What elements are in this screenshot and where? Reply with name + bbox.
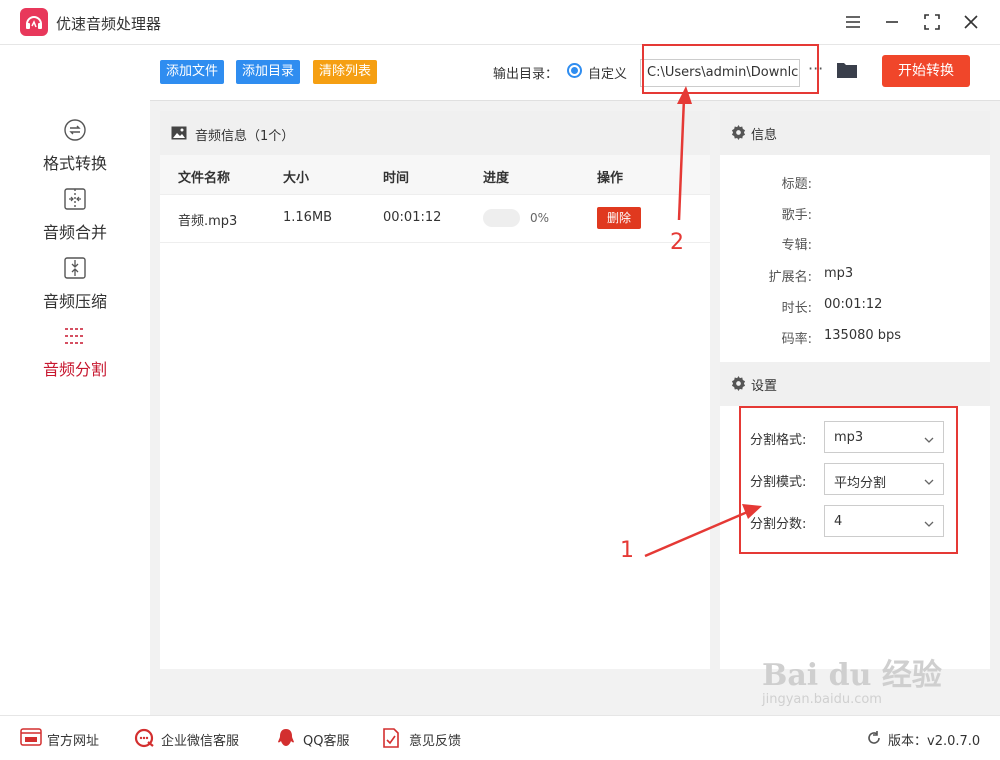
info-value: mp3 <box>824 266 854 281</box>
bottom-link-label: 意见反馈 <box>409 734 462 749</box>
progress-percent: 0% <box>530 211 550 225</box>
table-row[interactable]: 音频.mp3 1.16MB 00:01:12 0% 删除 <box>160 195 710 243</box>
version-label: 版本：v2.0.7.0 <box>888 734 981 749</box>
info-label: 码率: <box>781 332 812 347</box>
title-bar: 优速音频处理器 <box>0 0 1000 45</box>
column-header: 大小 <box>283 171 310 186</box>
bottom-bar: 官方网址 企业微信客服 QQ客服 意见反馈 版本：v2.0.7.0 <box>0 715 1000 760</box>
close-icon[interactable] <box>959 10 983 34</box>
info-value: 00:01:12 <box>824 297 883 312</box>
website-icon <box>20 728 42 750</box>
settings-title: 设置 <box>751 379 778 394</box>
merge-icon <box>62 186 88 212</box>
add-file-button[interactable]: 添加文件 <box>160 60 225 84</box>
custom-radio-label: 自定义 <box>588 67 628 82</box>
add-folder-button[interactable]: 添加目录 <box>236 60 301 84</box>
info-label: 标题: <box>781 177 812 192</box>
table-header: 文件名称 大小 时间 进度 操作 <box>160 155 710 195</box>
app-logo-icon <box>20 8 48 36</box>
folder-icon[interactable] <box>836 60 858 84</box>
output-dir-label: 输出目录： <box>493 67 559 82</box>
sidebar-item-label: 音频合并 <box>42 223 107 242</box>
image-icon <box>171 126 187 144</box>
split-icon <box>62 323 88 349</box>
audio-info-panel: 音频信息（1个） 文件名称 大小 时间 进度 操作 音频.mp3 1.16MB … <box>160 111 710 669</box>
file-duration: 00:01:12 <box>383 210 442 225</box>
column-header: 时间 <box>383 171 410 186</box>
annotation-number-2: 2 <box>670 230 684 255</box>
info-row-title: 标题: <box>720 173 990 193</box>
sidebar-item-compress[interactable]: 音频压缩 <box>0 255 150 321</box>
gear-icon <box>731 125 746 144</box>
sidebar: 格式转换 音频合并 音频压缩 音频分割 <box>0 45 150 715</box>
gear-icon <box>731 376 746 395</box>
file-name: 音频.mp3 <box>178 214 238 229</box>
bottom-link-label: 企业微信客服 <box>161 734 240 749</box>
settings-header: 设置 <box>720 362 990 406</box>
column-header: 文件名称 <box>178 171 231 186</box>
info-label: 专辑: <box>781 238 812 253</box>
custom-radio[interactable] <box>567 63 582 78</box>
info-row-bitrate: 码率: 135080 bps <box>720 328 990 348</box>
info-title: 信息 <box>751 128 778 143</box>
progress-bar <box>483 209 520 227</box>
info-label: 歌手: <box>781 208 812 223</box>
wechat-service-icon <box>134 728 156 752</box>
info-header: 信息 <box>720 111 990 155</box>
annotation-number-1: 1 <box>620 538 634 563</box>
clear-list-button[interactable]: 清除列表 <box>313 60 378 84</box>
feedback-icon <box>382 728 400 752</box>
column-header: 进度 <box>483 171 510 186</box>
audio-panel-header: 音频信息（1个） <box>160 111 710 155</box>
compress-icon <box>62 255 88 281</box>
annotation-box-settings <box>739 406 958 554</box>
watermark-main: Bai du 经验 <box>762 658 942 693</box>
app-title: 优速音频处理器 <box>56 15 162 33</box>
info-row-extension: 扩展名: mp3 <box>720 266 990 286</box>
sidebar-item-merge[interactable]: 音频合并 <box>0 186 150 252</box>
annotation-box-output-path <box>642 44 819 94</box>
info-row-album: 专辑: <box>720 234 990 254</box>
sidebar-item-format-convert[interactable]: 格式转换 <box>0 117 150 183</box>
sidebar-item-split[interactable]: 音频分割 <box>0 323 150 389</box>
version-info: 版本：v2.0.7.0 <box>866 730 980 750</box>
bottom-link-label: QQ客服 <box>303 734 350 749</box>
minimize-icon[interactable] <box>880 10 904 34</box>
file-size: 1.16MB <box>283 210 333 225</box>
bottom-link-label: 官方网址 <box>47 734 100 749</box>
watermark-sub: jingyan.baidu.com <box>762 692 882 707</box>
info-label: 时长: <box>781 301 812 316</box>
format-convert-icon <box>62 117 88 143</box>
sidebar-item-label: 格式转换 <box>42 154 107 173</box>
sidebar-item-label: 音频分割 <box>42 360 107 379</box>
column-header: 操作 <box>597 171 624 186</box>
delete-button[interactable]: 删除 <box>597 207 641 229</box>
baidu-watermark: Bai du 经验 jingyan.baidu.com <box>762 650 942 707</box>
qq-icon <box>276 728 296 752</box>
info-label: 扩展名: <box>768 270 812 285</box>
maximize-icon[interactable] <box>920 10 944 34</box>
info-value: 135080 bps <box>824 328 902 343</box>
audio-panel-title: 音频信息（1个） <box>195 129 295 144</box>
sidebar-item-label: 音频压缩 <box>42 292 107 311</box>
start-convert-button[interactable]: 开始转换 <box>882 55 970 87</box>
toolbar: 添加文件 添加目录 清除列表 输出目录： 自定义 C:\Users\admin\… <box>150 45 1000 101</box>
info-row-artist: 歌手: <box>720 204 990 224</box>
refresh-icon[interactable] <box>866 731 882 750</box>
menu-icon[interactable] <box>841 10 865 34</box>
info-row-duration: 时长: 00:01:12 <box>720 297 990 317</box>
right-panel: 信息 标题: 歌手: 专辑: 扩展名: mp3 时长: 00:01:12 码率:… <box>720 111 990 669</box>
